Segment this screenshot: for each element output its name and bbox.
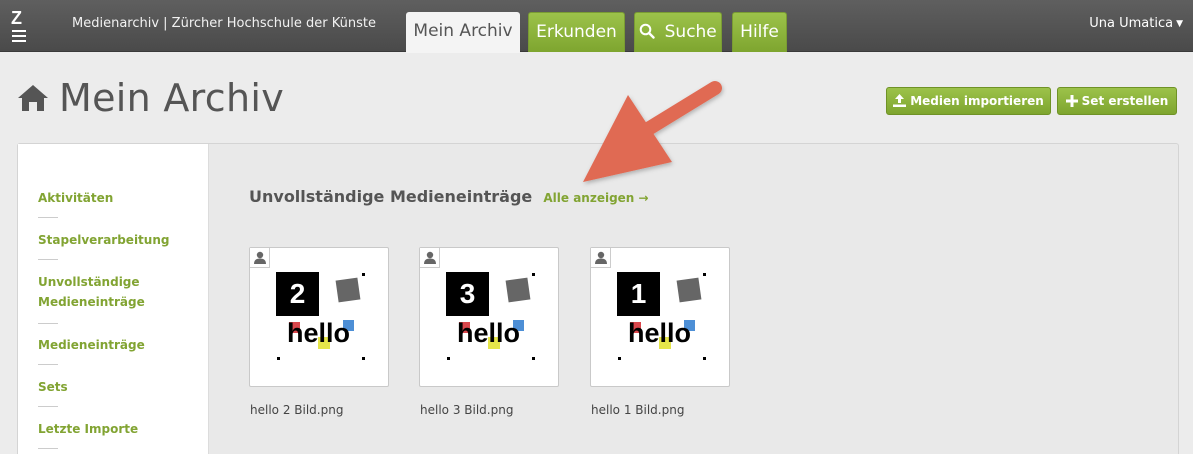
import-media-button[interactable]: Medien importieren [886, 87, 1051, 115]
entry-filename[interactable]: hello 1 Bild.png [591, 403, 684, 417]
tab-mein-archiv[interactable]: Mein Archiv [406, 12, 520, 53]
sidebar-divider [38, 406, 58, 407]
entry-number: 2 [276, 272, 319, 316]
sidebar-divider [38, 364, 58, 365]
media-entry-card[interactable]: hello 3 [419, 247, 559, 387]
entry-filename[interactable]: hello 2 Bild.png [250, 403, 343, 417]
sidebar-item-aktivitaeten[interactable]: Aktivitäten [38, 188, 188, 208]
sidebar: Aktivitäten Stapelverarbeitung Unvollstä… [18, 144, 209, 454]
tab-suche[interactable]: Suche [634, 12, 722, 52]
thumbnail-graphic: hello [447, 273, 535, 360]
svg-text:hello: hello [287, 318, 350, 348]
person-icon [591, 248, 611, 268]
home-icon [18, 85, 48, 111]
user-menu[interactable]: Una Umatica ▼ [1089, 16, 1183, 31]
svg-text:hello: hello [457, 318, 520, 348]
create-set-label: Set erstellen [1081, 94, 1169, 108]
show-all-link[interactable]: Alle anzeigen → [543, 191, 648, 205]
top-navbar: Z Medienarchiv | Zürcher Hochschule der … [0, 0, 1193, 53]
sidebar-item-sets[interactable]: Sets [38, 377, 188, 397]
tab-suche-label: Suche [664, 22, 717, 42]
sidebar-divider [38, 448, 58, 449]
tab-hilfe[interactable]: Hilfe [732, 12, 787, 52]
sidebar-divider [38, 259, 58, 260]
site-title[interactable]: Medienarchiv | Zürcher Hochschule der Kü… [72, 16, 376, 31]
plus-icon [1065, 95, 1078, 107]
zhdk-logo[interactable]: Z [10, 6, 28, 46]
user-name: Una Umatica [1089, 16, 1174, 31]
entry-number: 1 [617, 272, 660, 316]
svg-text:Z: Z [11, 8, 22, 28]
section-header: Unvollständige Medieneinträge Alle anzei… [249, 187, 649, 206]
entry-filename[interactable]: hello 3 Bild.png [420, 403, 513, 417]
sidebar-item-letzte-importe[interactable]: Letzte Importe [38, 419, 188, 439]
main-panel: Aktivitäten Stapelverarbeitung Unvollstä… [17, 143, 1179, 454]
media-entry-card[interactable]: hello 2 [249, 247, 389, 387]
create-set-button[interactable]: Set erstellen [1057, 87, 1177, 115]
tab-erkunden[interactable]: Erkunden [528, 12, 625, 52]
caret-down-icon: ▼ [1176, 19, 1183, 29]
page-header: Mein Archiv [17, 76, 284, 120]
import-media-label: Medien importieren [910, 94, 1044, 108]
media-entry-card[interactable]: hello 1 [590, 247, 730, 387]
page-title: Mein Archiv [59, 76, 284, 120]
sidebar-item-unvollstaendige-medieneintraege[interactable]: Unvollständige Medieneinträge [38, 272, 188, 312]
sidebar-divider [38, 323, 58, 324]
person-icon [250, 248, 270, 268]
sidebar-item-medieneintraege[interactable]: Medieneinträge [38, 335, 188, 355]
sidebar-item-stapelverarbeitung[interactable]: Stapelverarbeitung [38, 230, 188, 250]
thumbnail-graphic: hello [277, 273, 365, 360]
search-icon [639, 22, 664, 42]
section-title: Unvollständige Medieneinträge [249, 187, 533, 206]
person-icon [420, 248, 440, 268]
upload-icon [893, 94, 907, 107]
sidebar-divider [38, 217, 58, 218]
svg-text:hello: hello [628, 318, 691, 348]
thumbnail-graphic: hello [618, 273, 706, 360]
entry-number: 3 [446, 272, 489, 316]
